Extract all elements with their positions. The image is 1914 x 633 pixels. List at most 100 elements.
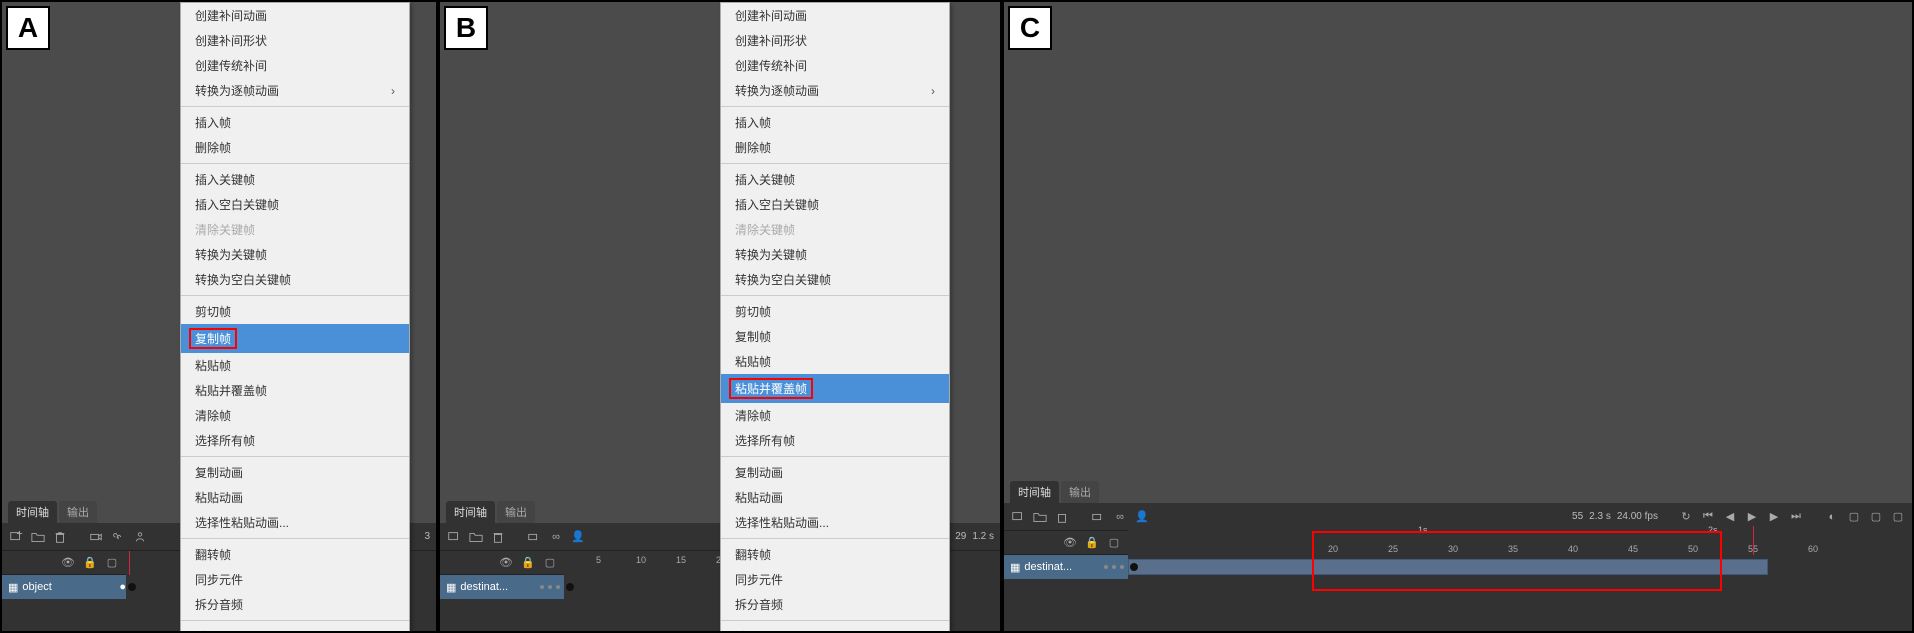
link-icon[interactable]: ∞ (548, 529, 564, 545)
menu-item[interactable]: 翻转帧 (721, 542, 949, 567)
menu-item[interactable]: 动作 (181, 624, 409, 633)
add-layer-icon[interactable] (446, 529, 462, 545)
menu-item[interactable]: 清除帧 (181, 403, 409, 428)
menu-item[interactable]: 选择性粘贴动画... (721, 510, 949, 535)
menu-item[interactable]: 转换为关键帧 (721, 242, 949, 267)
play-first-icon[interactable]: ⏮ (1700, 509, 1716, 525)
trash-icon[interactable] (52, 529, 68, 545)
menu-item[interactable]: 转换为逐帧动画 (181, 78, 409, 103)
keyframe-marker[interactable] (566, 583, 574, 591)
loop-icon[interactable]: ↻ (1678, 509, 1694, 525)
trash-icon[interactable] (1054, 509, 1070, 525)
menu-item[interactable]: 删除帧 (721, 135, 949, 160)
menu-item[interactable]: 粘贴帧 (721, 349, 949, 374)
tab-output[interactable]: 输出 (497, 501, 535, 523)
step-fwd-icon[interactable]: ▶ (1766, 509, 1782, 525)
menu-item[interactable]: 创建补间动画 (721, 3, 949, 28)
menu-item[interactable]: 拆分音频 (181, 592, 409, 617)
menu-item[interactable]: 创建传统补间 (181, 53, 409, 78)
layer-object[interactable]: ▦ object ● (2, 575, 126, 599)
menu-item[interactable]: 同步元件 (181, 567, 409, 592)
folder-icon[interactable] (30, 529, 46, 545)
menu-item[interactable]: 拆分音频 (721, 592, 949, 617)
marker2-icon[interactable]: ▢ (1868, 509, 1884, 525)
link-icon[interactable] (110, 529, 126, 545)
menu-item[interactable]: 删除帧 (181, 135, 409, 160)
link-icon[interactable]: ∞ (1112, 509, 1128, 525)
menu-item[interactable]: 创建补间动画 (181, 3, 409, 28)
menu-item[interactable]: 复制动画 (721, 460, 949, 485)
menu-item[interactable]: 插入帧 (181, 110, 409, 135)
menu-item[interactable]: 插入空白关键帧 (181, 192, 409, 217)
tab-output[interactable]: 输出 (59, 501, 97, 523)
outline-icon[interactable]: ▢ (542, 555, 558, 571)
person-icon[interactable] (132, 529, 148, 545)
menu-item[interactable]: 插入空白关键帧 (721, 192, 949, 217)
onion-skin-icon[interactable]: ◐ (1824, 509, 1840, 525)
menu-item[interactable]: 粘贴动画 (181, 485, 409, 510)
tab-timeline[interactable]: 时间轴 (8, 501, 57, 523)
menu-item[interactable]: 同步元件 (721, 567, 949, 592)
lock-icon[interactable]: 🔒 (82, 555, 98, 571)
person-icon[interactable]: 👤 (570, 529, 586, 545)
playhead[interactable] (129, 551, 130, 575)
menu-item[interactable]: 剪切帧 (721, 299, 949, 324)
play-last-icon[interactable]: ⏭ (1788, 509, 1804, 525)
person-icon[interactable]: 👤 (1134, 509, 1150, 525)
menu-item[interactable]: 选择所有帧 (721, 428, 949, 453)
lock-icon[interactable]: 🔒 (1084, 535, 1100, 551)
layer-destination[interactable]: ▦ destinat... (440, 575, 564, 599)
menu-item[interactable]: 粘贴动画 (721, 485, 949, 510)
play-icon[interactable]: ▶ (1744, 509, 1760, 525)
eye-icon[interactable]: 👁 (498, 555, 514, 571)
outline-icon[interactable]: ▢ (1106, 535, 1122, 551)
menu-item[interactable]: 复制动画 (181, 460, 409, 485)
menu-item[interactable]: 动作 (721, 624, 949, 633)
tab-timeline[interactable]: 时间轴 (1010, 481, 1059, 503)
menu-item[interactable]: 粘贴帧 (181, 353, 409, 378)
camera-icon[interactable] (1090, 509, 1106, 525)
menu-item[interactable]: 创建传统补间 (721, 53, 949, 78)
menu-item[interactable]: 粘贴并覆盖帧 (721, 374, 949, 403)
menu-item[interactable]: 转换为逐帧动画 (721, 78, 949, 103)
keyframe-marker[interactable] (1130, 563, 1138, 571)
camera-icon[interactable] (526, 529, 542, 545)
eye-icon[interactable]: 👁 (1062, 535, 1078, 551)
frames-span[interactable] (1128, 559, 1768, 575)
add-layer-icon[interactable] (1010, 509, 1026, 525)
menu-item[interactable]: 创建补间形状 (721, 28, 949, 53)
menu-item[interactable]: 选择所有帧 (181, 428, 409, 453)
menu-item[interactable]: 插入关键帧 (721, 167, 949, 192)
menu-item[interactable]: 清除帧 (721, 403, 949, 428)
folder-icon[interactable] (468, 529, 484, 545)
marker3-icon[interactable]: ▢ (1890, 509, 1906, 525)
menu-item[interactable]: 创建补间形状 (181, 28, 409, 53)
tab-output[interactable]: 输出 (1061, 481, 1099, 503)
menu-item[interactable]: 翻转帧 (181, 542, 409, 567)
menu-item[interactable]: 粘贴并覆盖帧 (181, 378, 409, 403)
menu-item[interactable]: 转换为关键帧 (181, 242, 409, 267)
eye-icon[interactable]: 👁 (60, 555, 76, 571)
menu-item[interactable]: 转换为空白关键帧 (721, 267, 949, 292)
layer-track[interactable] (1128, 555, 1912, 579)
menu-item[interactable]: 插入帧 (721, 110, 949, 135)
marker-icon[interactable]: ▢ (1846, 509, 1862, 525)
camera-icon[interactable] (88, 529, 104, 545)
trash-icon[interactable] (490, 529, 506, 545)
add-layer-icon[interactable] (8, 529, 24, 545)
menu-item: 清除关键帧 (181, 217, 409, 242)
lock-icon[interactable]: 🔒 (520, 555, 536, 571)
layer-destination[interactable]: ▦ destinat... (1004, 555, 1128, 579)
menu-item[interactable]: 复制帧 (721, 324, 949, 349)
tab-timeline[interactable]: 时间轴 (446, 501, 495, 523)
outline-icon[interactable]: ▢ (104, 555, 120, 571)
menu-item[interactable]: 转换为空白关键帧 (181, 267, 409, 292)
menu-item[interactable]: 插入关键帧 (181, 167, 409, 192)
folder-icon[interactable] (1032, 509, 1048, 525)
step-back-icon[interactable]: ◀ (1722, 509, 1738, 525)
menu-item[interactable]: 剪切帧 (181, 299, 409, 324)
menu-item[interactable]: 复制帧 (181, 324, 409, 353)
keyframe-marker[interactable] (128, 583, 136, 591)
layer-name: destinat... (1024, 561, 1072, 573)
menu-item[interactable]: 选择性粘贴动画... (181, 510, 409, 535)
